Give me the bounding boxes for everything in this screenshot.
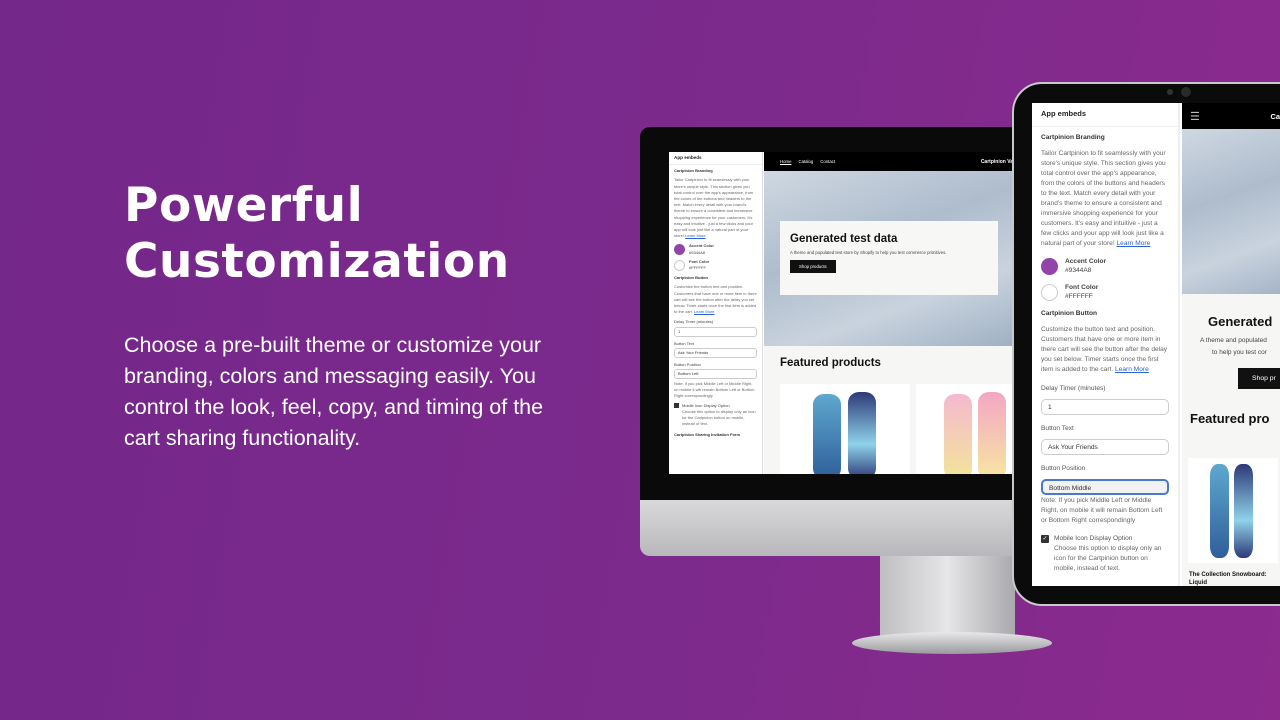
featured-title: Featured pro — [1190, 411, 1270, 426]
position-select[interactable]: Bottom Left — [674, 369, 757, 380]
shop-products-button[interactable]: Shop products — [790, 260, 836, 273]
snowboard-image — [944, 394, 972, 474]
delay-input[interactable]: 1 — [1041, 399, 1169, 415]
menu-icon[interactable]: ☰ — [1190, 110, 1200, 123]
shop-products-button[interactable]: Shop pr — [1238, 368, 1280, 389]
learn-more-link-2[interactable]: Learn More — [694, 309, 714, 314]
store-brand: Cartpinion — [1270, 111, 1280, 121]
store-nav: Home Catalog Contact Cartpinion Var — [764, 152, 1015, 171]
button-text-input[interactable]: Ask Your Friends — [1041, 439, 1169, 455]
mobile-icon-text: Choose this option to display only an ic… — [682, 408, 756, 427]
store-nav: ☰ Cartpinion — [1182, 103, 1280, 129]
monitor-chin — [640, 500, 1040, 556]
accent-value: #9344A8 — [1065, 267, 1092, 274]
mobile-icon-checkbox[interactable] — [674, 403, 679, 409]
accent-color-swatch[interactable] — [1041, 257, 1058, 275]
hero-banner — [1182, 129, 1280, 294]
position-label: Button Position — [674, 361, 701, 367]
store-brand: Cartpinion Var — [980, 158, 1015, 165]
font-label: Font Color — [689, 258, 710, 264]
position-note: Note: If you pick Middle Left or Middle … — [1041, 497, 1163, 524]
accent-color-swatch[interactable] — [674, 244, 685, 256]
font-value: #FFFFFF — [689, 265, 706, 271]
headline-line-2: Customization — [124, 234, 510, 289]
button-section-text: Customize the button text and position. … — [674, 284, 757, 315]
hero-text-1: A theme and populated — [1200, 337, 1267, 344]
tablet-sensor — [1167, 89, 1173, 95]
snowboard-image — [848, 392, 876, 474]
branding-title: Cartpinion Branding — [1041, 134, 1105, 141]
font-color-swatch[interactable] — [674, 259, 685, 271]
mobile-icon-label: Mobile Icon Display Option — [1054, 535, 1133, 542]
nav-home[interactable]: Home — [780, 159, 791, 164]
snowboard-image — [1210, 464, 1229, 558]
product-title[interactable]: The Collection Snowboard: Liquid — [1189, 571, 1280, 586]
font-color-swatch[interactable] — [1041, 283, 1058, 301]
branding-title: Cartpinion Branding — [674, 168, 713, 174]
button-section-title: Cartpinion Button — [674, 275, 708, 281]
panel-header: App embeds — [1032, 103, 1178, 127]
snowboard-image — [813, 394, 841, 474]
snowboard-image — [1234, 464, 1253, 558]
app-embeds-panel: App embeds Cartpinion Branding Tailor Ca… — [669, 152, 763, 474]
hero-banner: Generated test data A theme and populate… — [764, 171, 1015, 346]
invitation-title: Cartpinion Sharing Invitation Form — [674, 431, 740, 437]
branding-text: Tailor Cartpinion to fit seamlessly with… — [674, 177, 754, 239]
headline: Powerful Customization — [124, 178, 510, 290]
accent-label: Accent Color — [689, 243, 714, 249]
monitor-screen: App embeds Cartpinion Branding Tailor Ca… — [669, 152, 1015, 474]
store-preview: Home Catalog Contact Cartpinion Var Gene… — [764, 152, 1015, 474]
accent-label: Accent Color — [1065, 258, 1107, 265]
delay-label: Delay Timer (minutes) — [674, 319, 714, 325]
learn-more-link[interactable]: Learn More — [685, 233, 705, 238]
accent-value: #9344A8 — [689, 249, 706, 255]
hero-title: Generated — [1208, 314, 1273, 329]
monitor-base — [852, 632, 1052, 654]
description: Choose a pre-built theme or customize yo… — [124, 333, 544, 450]
hero-box: Generated test data A theme and populate… — [780, 221, 998, 295]
tablet-camera — [1181, 87, 1191, 97]
hero-text-2: to help you test cor — [1212, 349, 1267, 356]
store-preview-tablet: ☰ Cartpinion Generated A theme and popul… — [1182, 103, 1280, 586]
button-section-title: Cartpinion Button — [1041, 310, 1098, 317]
product-card[interactable] — [916, 384, 1015, 474]
font-label: Font Color — [1065, 284, 1099, 291]
product-card[interactable] — [1188, 458, 1278, 563]
mobile-icon-text: Choose this option to display only an ic… — [1054, 545, 1162, 572]
nav-catalog[interactable]: Catalog — [798, 159, 813, 164]
delay-label: Delay Timer (minutes) — [1041, 385, 1106, 392]
position-select[interactable]: Bottom Middle — [1041, 479, 1169, 495]
button-text-input[interactable]: Ask Your Friends — [674, 347, 757, 358]
mobile-icon-label: Mobile Icon Display Option — [682, 402, 730, 408]
learn-more-link[interactable]: Learn More — [1117, 240, 1151, 247]
delay-input[interactable]: 1 — [674, 326, 757, 337]
position-label: Button Position — [1041, 465, 1086, 472]
branding-text: Tailor Cartpinion to fit seamlessly with… — [1041, 150, 1166, 247]
button-text-label: Button Text — [1041, 425, 1074, 432]
font-value: #FFFFFF — [1065, 293, 1093, 300]
learn-more-link-2[interactable]: Learn More — [1115, 366, 1149, 373]
snowboard-image — [978, 392, 1006, 474]
nav-contact[interactable]: Contact — [820, 159, 835, 164]
position-note: Note: If you pick Middle Left or Middle … — [674, 381, 755, 399]
mobile-icon-checkbox[interactable]: ✓ — [1041, 535, 1049, 543]
button-text-label: Button Text — [674, 340, 694, 346]
app-embeds-panel-tablet: App embeds Cartpinion Branding Tailor Ca… — [1032, 103, 1180, 586]
hero-text: A theme and populated test store by Shop… — [790, 250, 947, 255]
tablet-screen: App embeds Cartpinion Branding Tailor Ca… — [1032, 103, 1280, 586]
product-card[interactable] — [780, 384, 910, 474]
hero-title: Generated test data — [790, 233, 898, 245]
panel-header: App embeds — [669, 152, 762, 166]
headline-line-1: Powerful — [124, 178, 364, 233]
featured-title: Featured products — [780, 357, 881, 369]
